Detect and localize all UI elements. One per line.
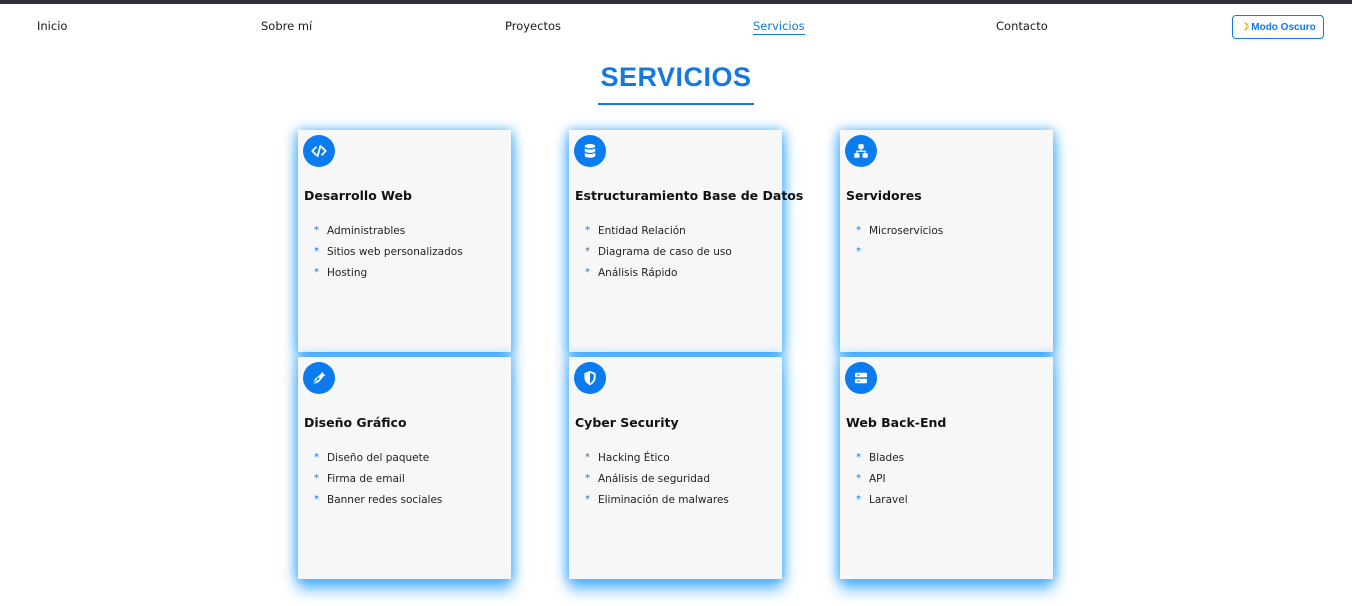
list-item: * Firma de email <box>314 473 405 485</box>
list-item: * Análisis de seguridad <box>585 473 711 485</box>
service-card-web-back-end: Web Back-End * Blades * API * Laravel <box>840 357 1053 579</box>
database-icon <box>574 135 606 167</box>
list-item: * Hosting <box>314 267 368 279</box>
card-title: Cyber Security <box>575 415 679 430</box>
section-header: SERVICIOS <box>0 62 1352 105</box>
list-item: * Eliminación de malwares <box>585 494 729 506</box>
nav-link-inicio[interactable]: Inicio <box>37 19 67 33</box>
service-card-desarrollo-web: Desarrollo Web * Administrables * Sitios w… <box>298 130 511 352</box>
card-list: * Blades * API * Laravel <box>856 451 908 514</box>
network-icon <box>845 135 877 167</box>
list-item: * <box>856 246 861 257</box>
main-nav: Inicio Sobre mí Proyectos Servicios Cont… <box>0 4 1352 48</box>
card-list: * Diseño del paquete * Firma de email * Ban… <box>314 451 442 514</box>
dark-mode-label: Modo Oscuro <box>1251 21 1316 33</box>
list-item: * Sitios web personalizados <box>314 246 463 258</box>
card-title: Estructuramiento Base de Datos <box>575 188 804 203</box>
server-icon <box>845 362 877 394</box>
service-card-servidores: Servidores * Microservicios * <box>840 130 1053 352</box>
card-title: Diseño Gráfico <box>304 415 407 430</box>
list-item: * Diagrama de caso de uso <box>585 246 732 258</box>
list-item: * Laravel <box>856 494 908 506</box>
list-item: * Análisis Rápido <box>585 267 678 279</box>
nav-link-contacto[interactable]: Contacto <box>996 19 1048 33</box>
card-title: Servidores <box>846 188 922 203</box>
dark-mode-button[interactable]: ☽ Modo Oscuro <box>1232 15 1324 39</box>
card-list: * Administrables * Sitios web personalizad… <box>314 224 463 287</box>
card-list: * Entidad Relación * Diagrama de caso de u… <box>585 224 732 287</box>
shield-icon <box>574 362 606 394</box>
service-card-base-de-datos: Estructuramiento Base de Datos * Entidad … <box>569 130 803 352</box>
nav-link-servicios[interactable]: Servicios <box>753 19 805 35</box>
card-title: Web Back-End <box>846 415 947 430</box>
pen-nib-icon <box>303 362 335 394</box>
list-item: * Banner redes sociales <box>314 494 443 506</box>
nav-link-proyectos[interactable]: Proyectos <box>505 19 561 33</box>
service-card-cyber-security: Cyber Security * Hacking Ético * Análisis … <box>569 357 782 579</box>
list-item: * Administrables <box>314 225 406 237</box>
list-item: * Hacking Ético <box>585 452 670 464</box>
nav-link-sobre-mi[interactable]: Sobre mí <box>261 19 312 33</box>
list-item: * Entidad Relación <box>585 225 686 237</box>
code-icon <box>303 135 335 167</box>
card-title: Desarrollo Web <box>304 188 412 203</box>
section-title: SERVICIOS <box>598 62 754 105</box>
card-list: * Hacking Ético * Análisis de seguridad * E… <box>585 451 729 514</box>
service-card-diseno-grafico: Diseño Gráfico * Diseño del paquete * Firm… <box>298 357 511 579</box>
list-item: * Blades <box>856 452 905 464</box>
list-item: * API <box>856 473 886 485</box>
list-item: * Microservicios <box>856 225 944 237</box>
list-item: * Diseño del paquete <box>314 452 430 464</box>
card-list: * Microservicios * <box>856 224 943 266</box>
moon-icon: ☽ <box>1240 21 1250 33</box>
